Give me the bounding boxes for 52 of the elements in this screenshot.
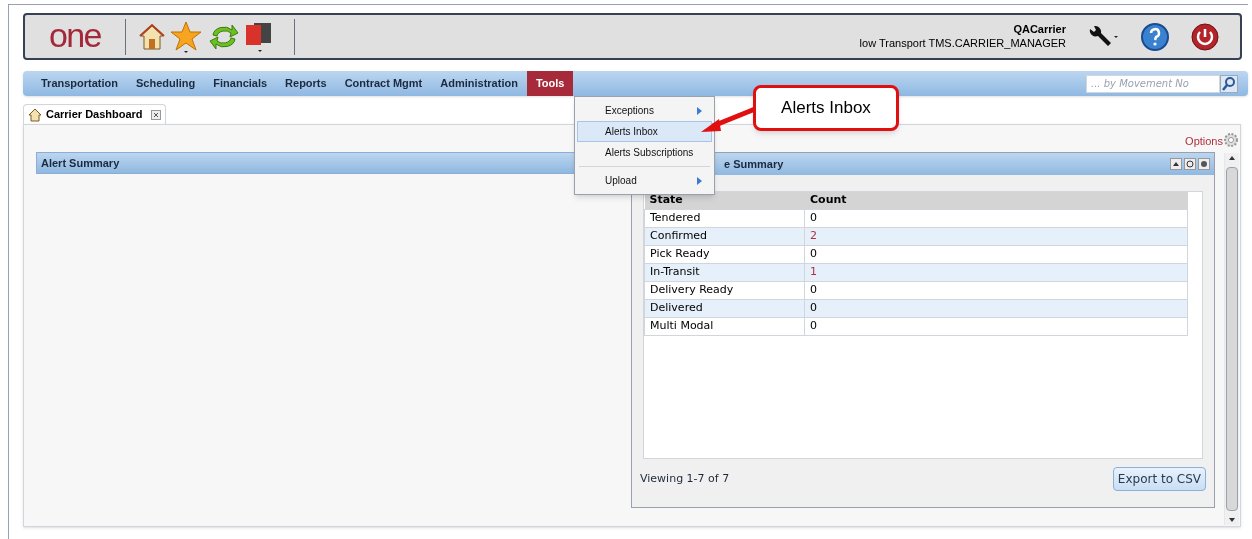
collapse-icon[interactable] [1170,158,1182,170]
menu-tab[interactable]: Administration [431,71,527,96]
user-role: low Transport TMS.CARRIER_MANAGER [859,36,1066,51]
home-icon[interactable] [137,21,166,52]
table-cell: Confirmed [644,227,805,245]
user-name: QACarrier [1013,22,1066,37]
scrollbar-thumb[interactable] [1226,167,1238,511]
menu-tab[interactable]: Reports [276,71,336,96]
menu-item[interactable]: Alerts Inbox [577,121,712,142]
table-cell: 1 [804,263,1188,281]
table-cell: 0 [804,209,1188,227]
menu-tab[interactable]: Tools [526,71,574,96]
menu-tab[interactable]: Contract Mgmt [335,71,432,96]
dashboard-tab[interactable]: Carrier Dashboard [23,104,166,124]
pagination-text: Viewing 1-7 of 7 [640,470,730,487]
column-header[interactable]: Count [804,192,1188,209]
close-icon[interactable] [150,109,161,120]
table-cell: 0 [804,317,1188,335]
menu-tab[interactable]: Financials [204,71,277,96]
search-icon[interactable] [1220,74,1238,93]
table-cell: 2 [804,227,1188,245]
refresh-icon[interactable] [1184,158,1196,170]
help-icon[interactable] [1140,21,1170,52]
table-cell: 0 [804,299,1188,317]
export-button[interactable]: Export to CSV [1112,467,1206,491]
menu-item[interactable]: Upload [577,170,712,191]
logo: one [48,17,102,52]
menu-tab[interactable]: Transportation [32,71,127,96]
settings-icon[interactable] [1198,158,1210,170]
home-icon [28,107,42,122]
table-cell: In-Transit [644,263,805,281]
panel-title: Alert Summary [41,155,120,171]
submenu-arrow-icon[interactable] [696,175,703,186]
table-cell: Pick Ready [644,245,805,263]
scrollbar[interactable] [1224,153,1239,525]
menu-item[interactable]: Exceptions [577,100,712,121]
callout-label: Alerts Inbox [753,85,899,131]
table-cell: Delivered [644,299,805,317]
submenu-arrow-icon[interactable] [696,105,703,116]
star-icon[interactable] [169,19,204,54]
table-cell: Tendered [644,209,805,227]
menu-tab[interactable]: Scheduling [127,71,205,96]
menu-item[interactable]: Alerts Subscriptions [577,142,712,163]
table-cell: 0 [804,245,1188,263]
search-field[interactable]: ... by Movement No [1086,74,1220,93]
power-icon[interactable] [1190,21,1220,52]
table-cell: Delivery Ready [644,281,805,299]
options-link[interactable]: Options [1185,133,1223,150]
gear-icon[interactable] [1223,132,1239,148]
table-cell: Multi Modal [644,317,805,335]
table-cell: 0 [804,281,1188,299]
panel-title: e Summary [724,156,784,172]
